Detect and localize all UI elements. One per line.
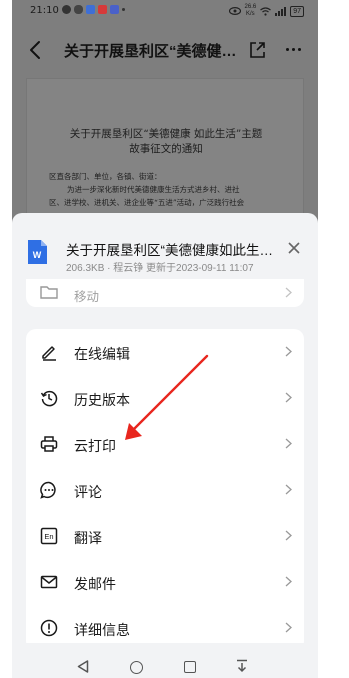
word-file-icon: W: [28, 240, 47, 264]
phone-screen: 21:10 26.6 K/s 97 关于开展垦利区“美德健… 关于开展垦利区“美…: [12, 0, 318, 678]
chevron-right-icon: [285, 287, 292, 298]
file-actions-sheet: W 关于开展垦利区“美德健康如此生… 206.3KB · 程云铮 更新于2023…: [12, 213, 318, 678]
chat-app-icon: [110, 5, 119, 14]
chevron-right-icon: [285, 438, 292, 449]
dot-icon: [122, 8, 125, 11]
info-icon: [40, 619, 58, 637]
chevron-right-icon: [285, 622, 292, 633]
document-body-line: 区、进学校、进机关、进企业等“五进”活动，广泛践行社会: [49, 198, 245, 207]
translate-icon: En: [40, 527, 58, 545]
document-body-line: 为进一步深化新时代美德健康生活方式进乡村、进社: [67, 185, 240, 194]
menu-item-send-email[interactable]: 发邮件: [26, 559, 304, 605]
page-title: 关于开展垦利区“美德健…: [64, 43, 237, 60]
edit-pencil-icon: [42, 346, 56, 361]
menu-item-comment[interactable]: 评论: [26, 467, 304, 513]
chevron-right-icon: [285, 484, 292, 495]
system-nav-bar: [12, 643, 318, 678]
menu-item-label: 翻译: [74, 530, 102, 546]
status-right: 26.6 K/s 97: [228, 4, 304, 18]
menu-item-translate[interactable]: En 翻译: [26, 513, 304, 559]
menu-item-label: 移动: [74, 290, 100, 304]
comment-icon: [40, 481, 56, 499]
menu-item-online-edit[interactable]: 在线编辑: [26, 329, 304, 375]
menu-item-cloud-print[interactable]: 云打印: [26, 421, 304, 467]
menu-item-label: 云打印: [74, 438, 116, 454]
cloud-icon: [74, 5, 83, 14]
status-time: 21:10: [30, 5, 59, 16]
network-speed: 26.6 K/s: [244, 4, 257, 17]
status-bar: 21:10 26.6 K/s 97: [12, 0, 318, 22]
chevron-right-icon: [285, 530, 292, 541]
wifi-icon: [260, 6, 272, 16]
red-app-icon: [98, 5, 107, 14]
menu-item-label: 发邮件: [74, 576, 116, 592]
signal-icon: [275, 6, 287, 16]
share-icon[interactable]: [248, 41, 266, 59]
document-recipients: 区直各部门、单位，各镇、街道：: [49, 172, 162, 181]
menu-item-label: 详细信息: [74, 622, 130, 638]
nav-home-icon[interactable]: [130, 661, 143, 674]
menu-item-history[interactable]: 历史版本: [26, 375, 304, 421]
close-icon[interactable]: [288, 242, 300, 254]
nav-recents-icon[interactable]: [184, 661, 196, 673]
svg-text:En: En: [44, 532, 53, 541]
mail-icon: [40, 575, 58, 589]
more-options-icon[interactable]: [286, 48, 301, 51]
nav-back-icon[interactable]: [77, 660, 89, 673]
file-meta: 206.3KB · 程云铮 更新于2023-09-11 11:07: [66, 263, 254, 274]
nav-collapse-icon[interactable]: [236, 659, 248, 673]
history-icon: [40, 390, 58, 407]
battery-indicator: 97: [290, 5, 304, 17]
heart-icon: [62, 5, 71, 14]
folder-icon: [40, 286, 58, 299]
menu-item-label: 在线编辑: [74, 346, 130, 362]
back-arrow-icon[interactable]: [28, 40, 44, 60]
title-bar: 关于开展垦利区“美德健…: [12, 26, 318, 72]
printer-icon: [40, 436, 58, 452]
actions-list: 在线编辑 历史版本 云打印 评论 En 翻译 发邮件 详细信息: [26, 329, 304, 651]
chevron-right-icon: [285, 576, 292, 587]
menu-item-label: 评论: [74, 484, 102, 500]
file-header: W 关于开展垦利区“美德健康如此生… 206.3KB · 程云铮 更新于2023…: [12, 213, 318, 277]
eye-icon: [228, 7, 241, 15]
menu-item-move[interactable]: 移动: [26, 279, 304, 307]
document-heading: 关于开展垦利区“美德健康 如此生活”主题 故事征文的通知: [69, 128, 263, 155]
app-notification-icon: [86, 5, 95, 14]
svg-text:W: W: [33, 250, 42, 260]
chevron-right-icon: [285, 392, 292, 403]
chevron-right-icon: [285, 346, 292, 357]
notification-icons: [62, 5, 125, 14]
menu-item-label: 历史版本: [74, 392, 130, 408]
file-name: 关于开展垦利区“美德健康如此生…: [66, 243, 273, 258]
